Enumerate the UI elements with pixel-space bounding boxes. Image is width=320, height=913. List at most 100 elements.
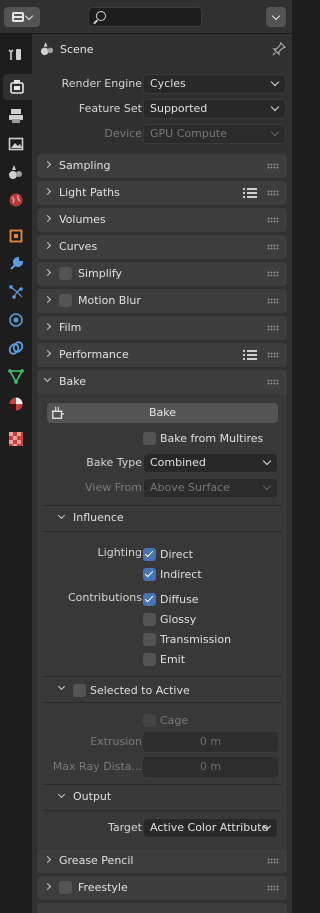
diffuse-checkbox[interactable]: Diffuse: [143, 591, 199, 607]
device-dropdown[interactable]: GPU Compute: [143, 124, 286, 144]
checkbox-box[interactable]: [143, 632, 156, 646]
view-from-dropdown[interactable]: Above Surface: [143, 478, 278, 498]
chevron-right-icon: [43, 855, 52, 864]
panel-title: Volumes: [59, 213, 106, 226]
drag-handle-icon[interactable]: [267, 325, 279, 331]
presets-list-icon[interactable]: [243, 349, 257, 361]
subpanel-title: Influence: [73, 511, 124, 524]
tab-modifiers[interactable]: [3, 251, 29, 277]
tab-tool[interactable]: [3, 41, 29, 67]
tab-constraints[interactable]: [3, 335, 29, 361]
panel-volumes[interactable]: Volumes: [37, 208, 287, 232]
tool-icon: [8, 49, 21, 60]
scene-icon: [40, 41, 54, 56]
tab-scene[interactable]: [3, 159, 29, 185]
max-ray-distance-row: Max Ray Dista... 0 m: [32, 757, 292, 777]
panel-sampling[interactable]: Sampling: [37, 154, 287, 178]
bake-button[interactable]: Bake: [47, 403, 278, 423]
tab-data[interactable]: [3, 363, 29, 389]
drag-handle-icon[interactable]: [267, 163, 279, 169]
freestyle-checkbox[interactable]: [59, 881, 72, 894]
checkbox-box[interactable]: [73, 683, 86, 697]
panel-freestyle[interactable]: Freestyle: [37, 876, 287, 900]
panel-film[interactable]: Film: [37, 316, 287, 340]
tab-object[interactable]: [3, 223, 29, 249]
checkbox-box[interactable]: [143, 592, 156, 606]
direct-checkbox[interactable]: Direct: [143, 546, 193, 562]
presets-list-icon[interactable]: [243, 187, 257, 199]
checkbox-box[interactable]: [143, 547, 156, 561]
checkbox-box[interactable]: [143, 713, 156, 727]
search-input[interactable]: [88, 7, 202, 27]
drag-handle-icon[interactable]: [267, 885, 279, 891]
max-ray-distance-label: Max Ray Dista...: [52, 760, 142, 773]
extrusion-field[interactable]: 0 m: [143, 732, 278, 752]
panel-simplify[interactable]: Simplify: [37, 262, 287, 286]
subpanel-influence[interactable]: Influence: [47, 507, 282, 531]
chevron-right-icon: [43, 187, 52, 196]
motion-blur-checkbox[interactable]: [59, 294, 72, 307]
selected-to-active-checkbox[interactable]: Selected to Active: [73, 682, 190, 698]
panel-grease-pencil[interactable]: Grease Pencil: [37, 849, 287, 873]
subpanel-output[interactable]: Output: [47, 786, 282, 810]
drag-handle-icon[interactable]: [267, 217, 279, 223]
chevron-down-icon: [270, 127, 280, 137]
emit-checkbox[interactable]: Emit: [143, 651, 185, 667]
max-ray-distance-field[interactable]: 0 m: [143, 757, 278, 777]
tab-render[interactable]: [3, 74, 32, 100]
panel-partial[interactable]: [37, 903, 287, 913]
chevron-down-icon: [270, 102, 280, 112]
pin-icon[interactable]: [272, 42, 286, 56]
target-dropdown[interactable]: Active Color Attribute: [143, 818, 278, 838]
drag-handle-icon[interactable]: [267, 379, 279, 385]
panel-curves[interactable]: Curves: [37, 235, 287, 259]
checkbox-box[interactable]: [143, 431, 156, 445]
tab-world[interactable]: [3, 187, 29, 213]
feature-set-dropdown[interactable]: Supported: [143, 99, 286, 119]
cage-checkbox[interactable]: Cage: [143, 712, 188, 728]
tab-material[interactable]: [3, 391, 29, 417]
extrusion-row: Extrusion 0 m: [32, 732, 292, 752]
drag-handle-icon[interactable]: [267, 244, 279, 250]
panel-title: Freestyle: [78, 881, 128, 894]
subpanel-selected-to-active[interactable]: Selected to Active: [47, 678, 282, 702]
lighting-label: Lighting: [97, 546, 142, 559]
options-dropdown-button[interactable]: [266, 7, 286, 27]
chevron-down-icon: [24, 11, 34, 20]
indirect-checkbox[interactable]: Indirect: [143, 566, 202, 582]
bake-from-multires-checkbox[interactable]: Bake from Multires: [143, 430, 263, 446]
panel-title: Light Paths: [59, 186, 120, 199]
checkbox-box[interactable]: [143, 612, 156, 626]
panel-performance[interactable]: Performance: [37, 343, 287, 367]
checkbox-box[interactable]: [143, 567, 156, 581]
glossy-checkbox[interactable]: Glossy: [143, 611, 196, 627]
editor-type-button[interactable]: [4, 7, 40, 27]
checkbox-box[interactable]: [143, 652, 156, 666]
drag-handle-icon[interactable]: [267, 271, 279, 277]
tab-particles[interactable]: [3, 279, 29, 305]
render-engine-dropdown[interactable]: Cycles: [143, 74, 286, 94]
panel-bake[interactable]: Bake: [37, 370, 287, 394]
panel-light-paths[interactable]: Light Paths: [37, 181, 287, 205]
checkbox-label: Cage: [160, 713, 189, 727]
tab-physics[interactable]: [3, 307, 29, 333]
simplify-checkbox[interactable]: [59, 267, 72, 280]
device-row: Device GPU Compute: [32, 124, 292, 144]
drag-handle-icon[interactable]: [267, 858, 279, 864]
drag-handle-icon[interactable]: [267, 190, 279, 196]
drag-handle-icon[interactable]: [267, 352, 279, 358]
tab-texture[interactable]: [3, 426, 29, 452]
physics-icon: [9, 313, 23, 327]
chevron-down-icon: [57, 682, 66, 691]
wrench-icon: [10, 256, 24, 270]
tab-output[interactable]: [3, 103, 29, 129]
transmission-checkbox[interactable]: Transmission: [143, 631, 231, 647]
chevron-right-icon: [43, 295, 52, 304]
tab-view-layer[interactable]: [3, 131, 29, 157]
panel-motion-blur[interactable]: Motion Blur: [37, 289, 287, 313]
bake-type-dropdown[interactable]: Combined: [143, 453, 278, 473]
divider: [42, 702, 282, 703]
drag-handle-icon[interactable]: [267, 298, 279, 304]
chevron-down-icon: [262, 456, 272, 466]
bake-type-value: Combined: [150, 456, 206, 469]
